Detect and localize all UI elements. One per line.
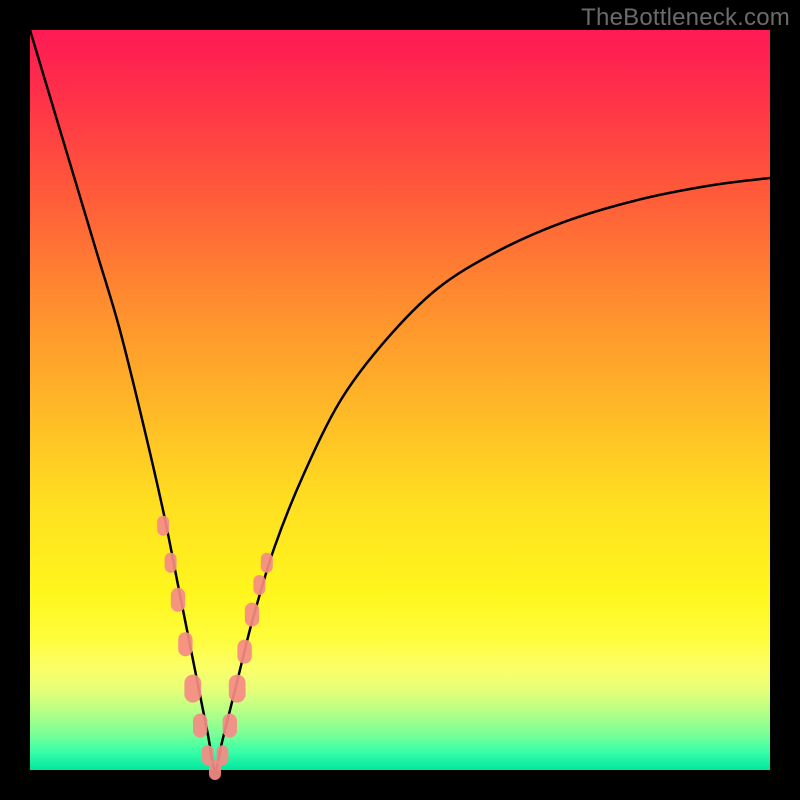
marker [237, 640, 251, 664]
marker [261, 553, 273, 573]
marker [216, 745, 228, 765]
marker [193, 714, 207, 738]
marker [184, 675, 201, 703]
marker [157, 516, 169, 536]
marker [223, 714, 237, 738]
bottleneck-curve [30, 30, 770, 770]
marker [178, 632, 192, 656]
marker [245, 603, 259, 627]
watermark-text: TheBottleneck.com [581, 4, 790, 32]
curve-layer [30, 30, 770, 770]
plot-area [30, 30, 770, 770]
marker [171, 588, 185, 612]
marker [165, 553, 177, 573]
marker [229, 675, 246, 703]
bottleneck-curve-path [30, 30, 770, 770]
chart-frame: TheBottleneck.com [0, 0, 800, 800]
marker [253, 575, 265, 595]
marker-cluster [157, 516, 273, 780]
